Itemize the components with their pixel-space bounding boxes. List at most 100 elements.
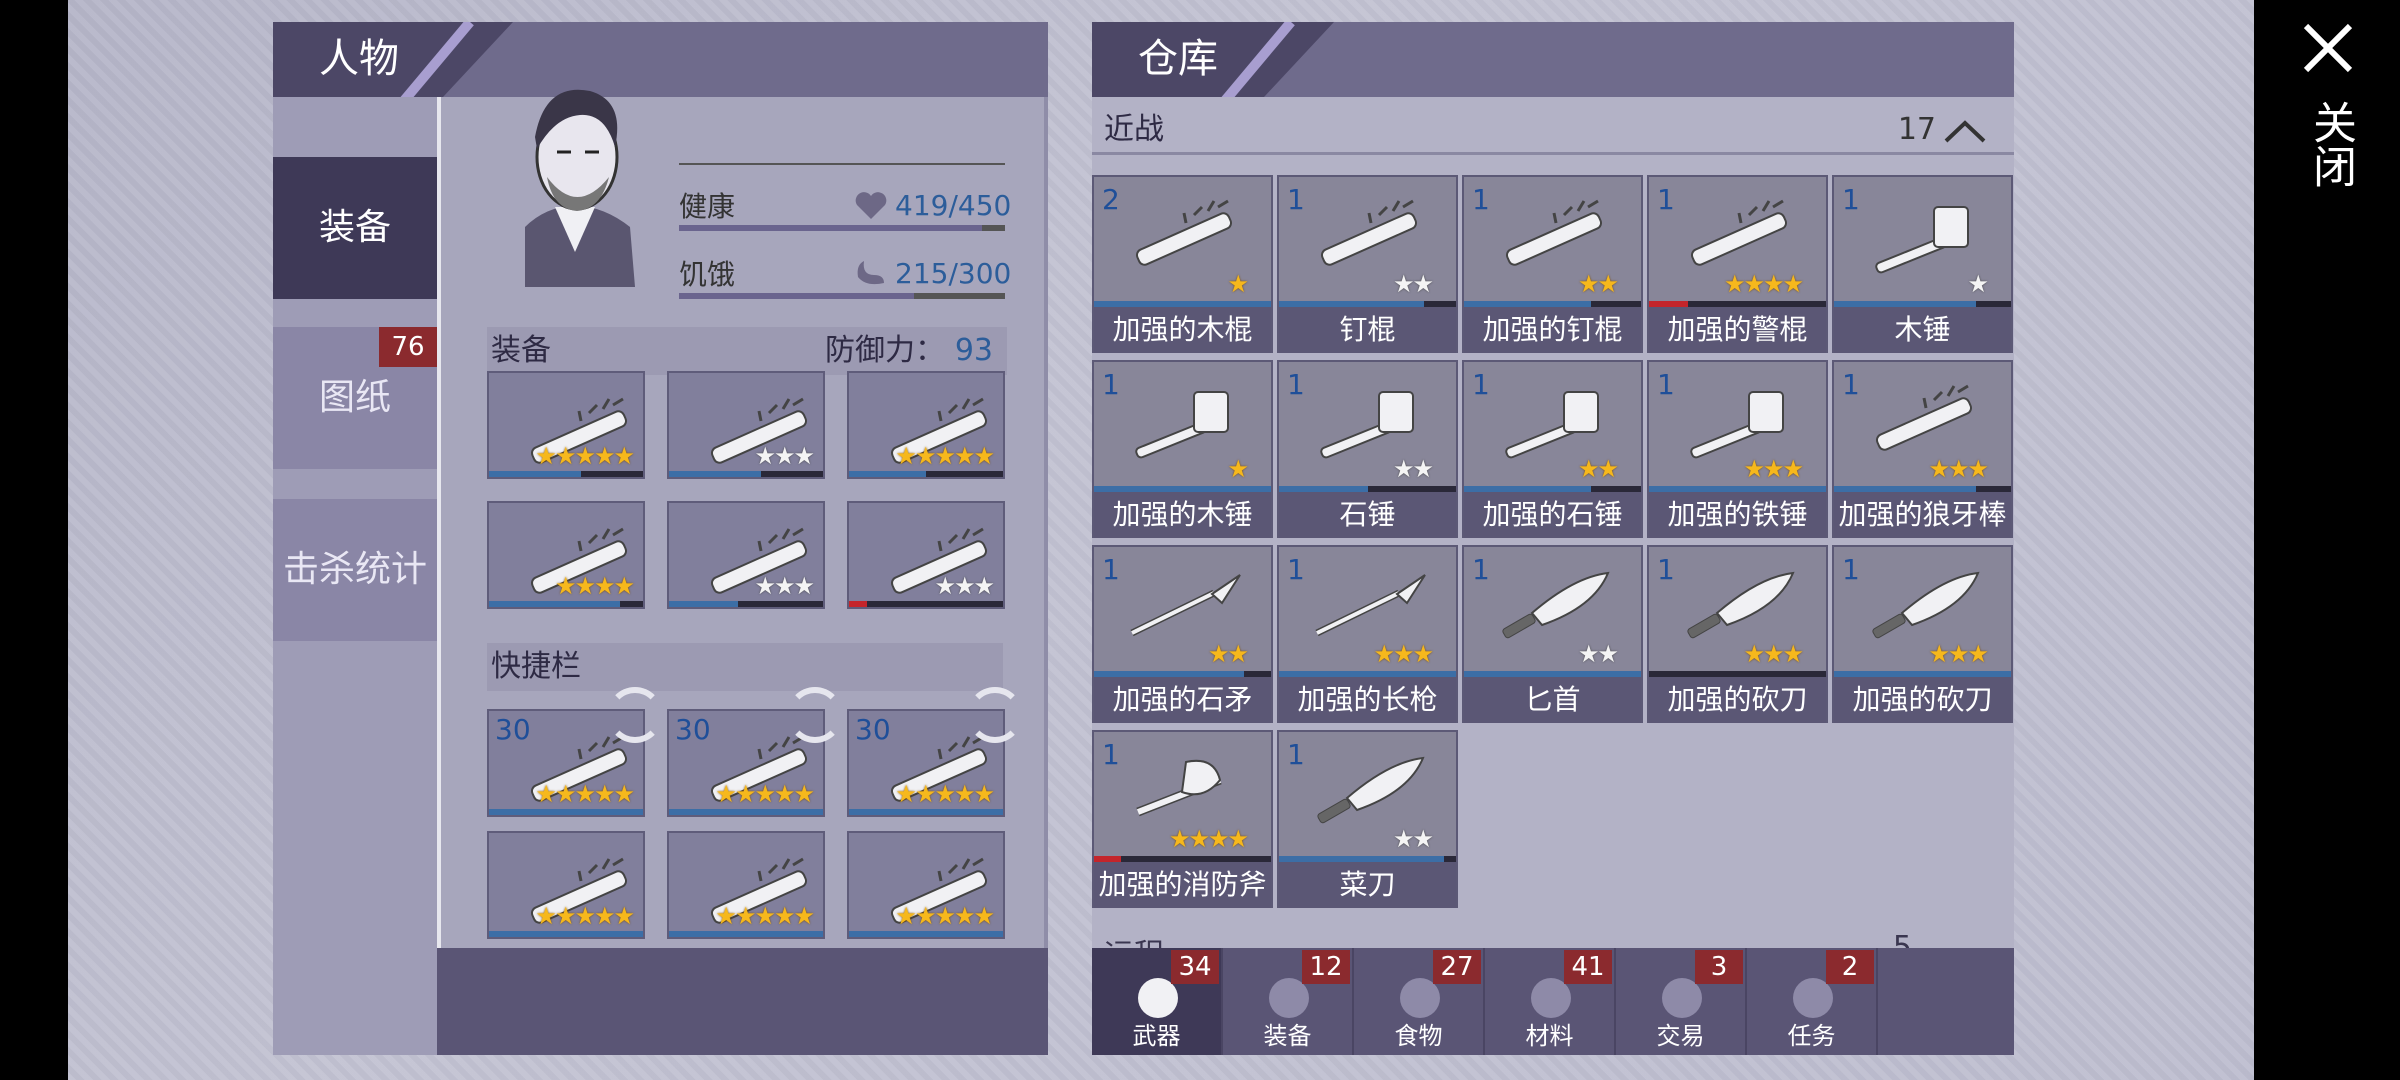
star-rating: ★ xyxy=(1227,270,1248,298)
star-icon: ★ xyxy=(973,902,994,930)
star-icon: ★ xyxy=(914,902,936,930)
star-rating: ★★★★ xyxy=(555,572,635,600)
health-bar xyxy=(679,225,1005,231)
quickbar-slot[interactable]: ★★★★★ xyxy=(847,831,1005,939)
star-rating: ★★ xyxy=(1208,641,1249,667)
weapon-slot[interactable]: 1 ★★ 石锤 xyxy=(1277,360,1458,538)
quickbar-slot[interactable]: ★★★★★ xyxy=(667,831,825,939)
star-icon: ★ xyxy=(895,902,916,930)
durability-bar xyxy=(849,931,1003,937)
spiked-club-icon xyxy=(1864,382,1984,462)
category-tab[interactable]: 27 食物 xyxy=(1354,948,1485,1055)
weapon-slot[interactable]: 1 ★★★★ 加强的警棍 xyxy=(1647,175,1828,353)
equipment-slot[interactable]: ★★★ xyxy=(667,501,825,609)
category-tabs: 34 武器 12 装备 27 食物 41 材料 3 交易 2 任务 xyxy=(1092,948,2014,1055)
game-screen: 人物 装备 图纸 76 击杀统计 健康 419/450 饥饿 215/300 装 xyxy=(0,0,2400,1080)
star-rating: ★★ xyxy=(1393,456,1434,482)
weapon-slot[interactable]: 1 ★★ 匕首 xyxy=(1462,545,1643,723)
chevron-up-icon[interactable] xyxy=(1942,117,1988,145)
weapon-name: 加强的木锤 xyxy=(1094,492,1271,538)
category-tab[interactable]: 12 装备 xyxy=(1223,948,1354,1055)
star-icon: ★ xyxy=(1392,825,1414,853)
category-tab[interactable]: 3 交易 xyxy=(1616,948,1747,1055)
category-tab[interactable]: 34 武器 xyxy=(1092,948,1223,1055)
item-count: 1 xyxy=(1287,368,1305,401)
durability-fill xyxy=(489,931,643,937)
item-count: 1 xyxy=(1472,183,1490,216)
durability-bar xyxy=(489,931,643,937)
side-tab-blueprints[interactable]: 图纸 76 xyxy=(273,327,437,469)
tab-label: 材料 xyxy=(1525,1022,1574,1050)
star-icon: ★ xyxy=(773,780,795,808)
durability-fill xyxy=(849,931,1003,937)
dagger-icon xyxy=(1494,567,1614,647)
character-title: 人物 xyxy=(273,22,513,97)
ranged-category-header[interactable]: 远程 5 xyxy=(1104,926,1984,948)
weapon-slot[interactable]: 1 ★★★★ 加强的消防斧 xyxy=(1092,730,1273,908)
star-rating: ★★★★★ xyxy=(895,902,995,930)
side-tab-kill-stats[interactable]: 击杀统计 xyxy=(273,499,437,641)
star-icon: ★ xyxy=(613,780,634,808)
nail-bat-icon xyxy=(1309,197,1429,277)
equipment-slot[interactable]: ★★★ xyxy=(847,501,1005,609)
star-icon: ★ xyxy=(895,442,916,470)
weapon-slot[interactable]: 1 ★★★ 加强的铁锤 xyxy=(1647,360,1828,538)
star-icon: ★ xyxy=(1577,455,1599,483)
tab-label: 装备 xyxy=(1263,1022,1312,1050)
weapon-slot[interactable]: 1 ★★ 钉棍 xyxy=(1277,175,1458,353)
swap-icon[interactable] xyxy=(787,687,843,743)
tab-badge: 2 xyxy=(1826,950,1874,984)
weapon-slot[interactable]: 2 ★ 加强的木棍 xyxy=(1092,175,1273,353)
swap-icon[interactable] xyxy=(967,687,1023,743)
weapon-name: 加强的消防斧 xyxy=(1094,862,1271,908)
weapon-slot[interactable]: 1 ★★★ 加强的砍刀 xyxy=(1832,545,2013,723)
star-icon: ★ xyxy=(593,780,615,808)
weapon-slot[interactable]: 1 ★ 加强的木锤 xyxy=(1092,360,1273,538)
weapon-name: 木锤 xyxy=(1834,307,2011,353)
health-label: 健康 xyxy=(679,190,736,223)
equipment-slot[interactable]: ★★★ xyxy=(667,371,825,479)
durability-fill xyxy=(849,471,926,477)
equipment-label: 装备 xyxy=(491,333,551,368)
item-count: 30 xyxy=(675,713,711,746)
star-icon: ★ xyxy=(1412,825,1433,853)
weapon-slot[interactable]: 1 ★★★ 加强的砍刀 xyxy=(1647,545,1828,723)
weapon-slot[interactable]: 1 ★★ 菜刀 xyxy=(1277,730,1458,908)
melee-category-header[interactable]: 近战 17 xyxy=(1092,105,2014,155)
category-tab[interactable]: 41 材料 xyxy=(1485,948,1616,1055)
star-icon: ★ xyxy=(773,442,795,470)
close-button[interactable]: 关闭 xyxy=(2300,100,2356,188)
category-tab[interactable]: 2 任务 xyxy=(1747,948,1878,1055)
equipment-slot[interactable]: ★★★★★ xyxy=(847,371,1005,479)
star-icon: ★ xyxy=(1782,270,1803,298)
weapon-name: 加强的狼牙棒 xyxy=(1834,492,2011,538)
hunger-value: 215/300 xyxy=(895,257,1012,290)
durability-fill xyxy=(669,471,762,477)
star-icon: ★ xyxy=(773,572,795,600)
star-icon: ★ xyxy=(1227,270,1248,298)
star-icon: ★ xyxy=(593,442,615,470)
weapon-slot[interactable]: 1 ★★★ 加强的狼牙棒 xyxy=(1832,360,2013,538)
weapon-slot[interactable]: 1 ★★★ 加强的长枪 xyxy=(1277,545,1458,723)
star-icon: ★ xyxy=(793,572,814,600)
swap-icon[interactable] xyxy=(607,687,663,743)
defense-value: 93 xyxy=(954,333,993,368)
star-icon: ★ xyxy=(535,780,556,808)
durability-fill xyxy=(489,471,582,477)
weapon-slot[interactable]: 1 ★★ 加强的石矛 xyxy=(1092,545,1273,723)
stone-hammer-icon xyxy=(1309,382,1429,462)
side-nav: 装备 图纸 76 击杀统计 xyxy=(273,97,437,1055)
next-category-label: 远程 xyxy=(1104,930,1164,948)
star-rating: ★★★ xyxy=(1928,456,1988,482)
quickbar-slot[interactable]: ★★★★★ xyxy=(487,831,645,939)
weapon-slot[interactable]: 1 ★★ 加强的石锤 xyxy=(1462,360,1643,538)
equipment-slot[interactable]: ★★★★ xyxy=(487,501,645,609)
equipment-slot[interactable]: ★★★★★ xyxy=(487,371,645,479)
close-icon[interactable] xyxy=(2300,20,2356,76)
side-tab-equipment[interactable]: 装备 xyxy=(273,157,437,299)
star-icon: ★ xyxy=(613,572,634,600)
weapon-slot[interactable]: 1 ★ 木锤 xyxy=(1832,175,2013,353)
reinforced-stone-hammer-icon xyxy=(1494,382,1614,462)
star-icon: ★ xyxy=(1188,825,1209,853)
weapon-slot[interactable]: 1 ★★ 加强的钉棍 xyxy=(1462,175,1643,353)
